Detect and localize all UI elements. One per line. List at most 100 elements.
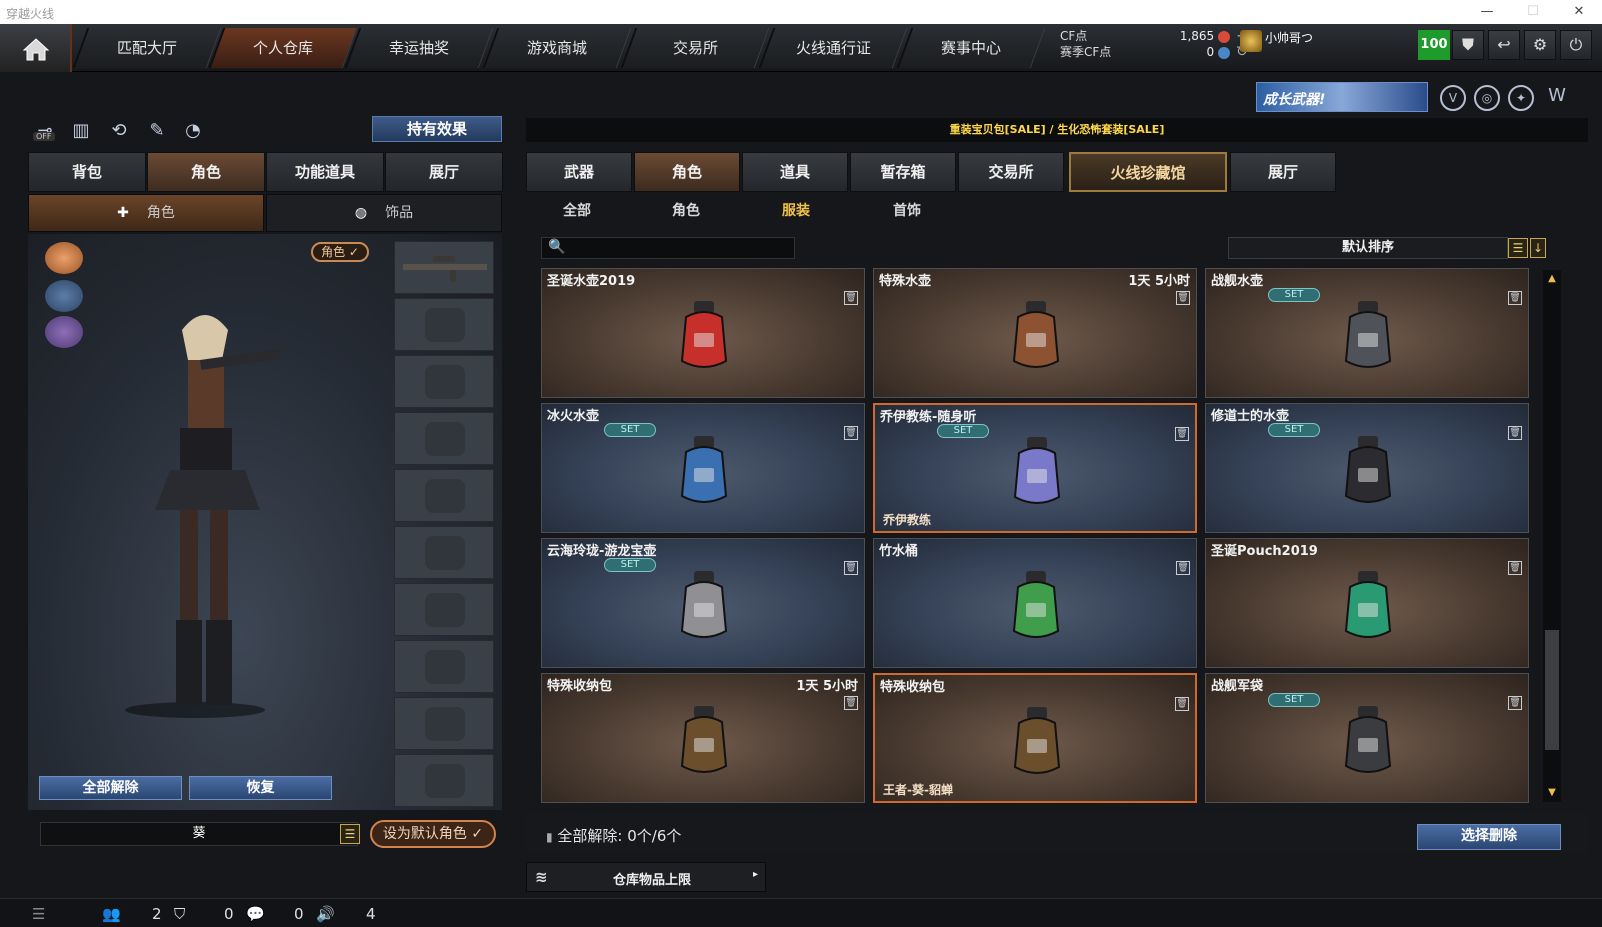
tab-battle-pass[interactable]: 火线通行证 [758,28,908,68]
wings-icon[interactable] [45,316,83,348]
item-card[interactable]: 竹水桶 🗑 [873,538,1197,668]
close-button[interactable]: ✕ [1556,0,1602,24]
tab-function-items[interactable]: 功能道具 [266,152,384,192]
select-delete-button[interactable]: 选择删除 [1417,824,1561,850]
trash-icon[interactable]: 🗑 [1176,561,1190,575]
clan-icon[interactable]: ⛉ [174,905,185,923]
trash-icon[interactable]: 🗑 [844,696,858,710]
tab-lucky-draw[interactable]: 幸运抽奖 [344,28,494,68]
chat-icon[interactable]: 💬 [246,905,265,923]
slot-flask[interactable] [394,526,494,579]
rotate-icon[interactable]: ⟲ [106,118,132,144]
tab-event-center[interactable]: 赛事中心 [896,28,1046,68]
maximize-button[interactable]: ☐ [1510,0,1556,24]
sale-notice[interactable]: 重装宝贝包[SALE] / 生化恐怖套装[SALE] [526,118,1588,142]
trash-icon[interactable]: 🗑 [1508,426,1522,440]
return-icon[interactable]: ↩ [1488,30,1520,60]
eagle-icon[interactable] [45,242,83,274]
tab-match-lobby[interactable]: 匹配大厅 [72,28,222,68]
item-card[interactable]: 战舰军袋 SET 🗑 [1205,673,1529,803]
minimize-button[interactable]: — [1464,0,1510,24]
trash-icon[interactable]: 🗑 [1175,427,1189,441]
shield-icon[interactable]: ⛊ [1452,30,1484,60]
tab-backpack[interactable]: 背包 [28,152,146,192]
slot-glasses[interactable] [394,355,494,408]
subtab-clothing[interactable]: 服装 [782,200,810,220]
gear-icon[interactable]: ⚙ [1524,30,1556,60]
subtab-jewelry[interactable]: 首饰 [893,200,921,220]
slot-vest[interactable] [394,412,494,465]
menu-icon[interactable]: ☰ [32,905,45,923]
mouse-icon[interactable]: ◔ [180,118,206,144]
item-card[interactable]: 特殊水壶 1天 5小时 🗑 [873,268,1197,398]
list-view-icon[interactable]: ☰ [1508,238,1528,258]
tab-characters[interactable]: 角色 [634,152,740,192]
trash-icon[interactable]: 🗑 [844,426,858,440]
tab-game-mall[interactable]: 游戏商城 [482,28,632,68]
tab-showroom[interactable]: 展厅 [385,152,503,192]
slot-ring[interactable] [394,754,494,807]
slot-pouch[interactable] [394,583,494,636]
storage-limit-bar[interactable]: ≋ 仓库物品上限 ▸ [526,862,766,892]
tab-items[interactable]: 道具 [742,152,848,192]
tab-weapons[interactable]: 武器 [526,152,632,192]
item-card[interactable]: 特殊收纳包 1天 5小时 🗑 [541,673,865,803]
item-card[interactable]: 特殊收纳包 🗑 王者-葵-貂蝉 [873,673,1197,803]
stats-icon[interactable]: ▥ [68,118,94,144]
pose-icon[interactable]: ✎ [144,118,170,144]
sort-direction-icon[interactable]: ↓ [1530,238,1546,258]
item-card[interactable]: 云海玲珑-游龙宝壶 SET 🗑 [541,538,865,668]
star-badge-icon[interactable]: ✦ [1508,85,1534,111]
set-default-character-button[interactable]: 设为默认角色 ✓ [370,820,496,848]
tab-character[interactable]: 角色 [147,152,265,192]
item-card[interactable]: 冰火水壶 SET 🗑 [541,403,865,533]
sort-dropdown[interactable]: 默认排序 [1228,237,1508,259]
item-card[interactable]: 圣诞Pouch2019 🗑 [1205,538,1529,668]
trash-icon[interactable]: 🗑 [1175,697,1189,711]
item-card[interactable]: 修道士的水壶 SET 🗑 [1205,403,1529,533]
tab-personal-warehouse[interactable]: 个人仓库 [208,28,358,68]
scroll-down-icon[interactable]: ▼ [1543,784,1561,802]
slot-wings[interactable] [394,697,494,750]
slot-weapon[interactable] [394,241,494,294]
trash-icon[interactable]: 🗑 [844,561,858,575]
subtab-all[interactable]: 全部 [563,200,591,220]
holding-effect-button[interactable]: 持有效果 [372,116,502,142]
scroll-up-icon[interactable]: ▲ [1543,270,1561,288]
trash-icon[interactable]: 🗑 [1508,696,1522,710]
tab-collection-hall[interactable]: 火线珍藏馆 [1069,152,1227,192]
search-input[interactable]: 🔍 [541,237,795,259]
w-logo-icon[interactable]: W [1544,85,1570,111]
subtab-character[interactable]: ✚ 角色 [28,194,264,232]
friends-icon[interactable]: 👥 [102,905,121,923]
volume-icon[interactable]: 🔊 [316,905,335,923]
trash-icon[interactable]: 🗑 [1508,291,1522,305]
tab-exchange[interactable]: 交易所 [620,28,770,68]
home-button[interactable] [0,24,72,72]
trash-icon[interactable]: 🗑 [844,291,858,305]
growth-weapon-banner[interactable]: 成长武器! [1256,82,1428,112]
tab-showroom-right[interactable]: 展厅 [1230,152,1336,192]
item-card[interactable]: 乔伊教练-随身听 SET 🗑 乔伊教练 [873,403,1197,533]
scrollbar-thumb[interactable] [1545,630,1559,750]
character-name-field[interactable]: 葵 [40,822,358,846]
slot-head[interactable] [394,298,494,351]
globe-icon[interactable]: ◎ [1474,85,1500,111]
item-card[interactable]: 圣诞水壶2019 🗑 [541,268,865,398]
trash-icon[interactable]: 🗑 [1176,291,1190,305]
subtab-characters[interactable]: 角色 [672,200,700,220]
tab-temp-storage[interactable]: 暂存箱 [850,152,956,192]
avatar[interactable] [1240,30,1262,52]
power-icon[interactable]: ⏻ [1560,30,1592,60]
unequip-all-button[interactable]: 全部解除 [39,776,182,800]
trash-icon[interactable]: 🗑 [1508,561,1522,575]
item-card[interactable]: 战舰水壶 SET 🗑 [1205,268,1529,398]
mask-icon[interactable] [45,280,83,312]
subtab-accessories[interactable]: ◍ 饰品 [266,194,502,232]
tab-exchange-right[interactable]: 交易所 [958,152,1064,192]
slot-back[interactable] [394,469,494,522]
slot-gloves[interactable] [394,640,494,693]
restore-button[interactable]: 恢复 [189,776,332,800]
badge-v-icon[interactable]: V [1440,85,1466,111]
list-icon[interactable]: ☰ [340,824,360,844]
